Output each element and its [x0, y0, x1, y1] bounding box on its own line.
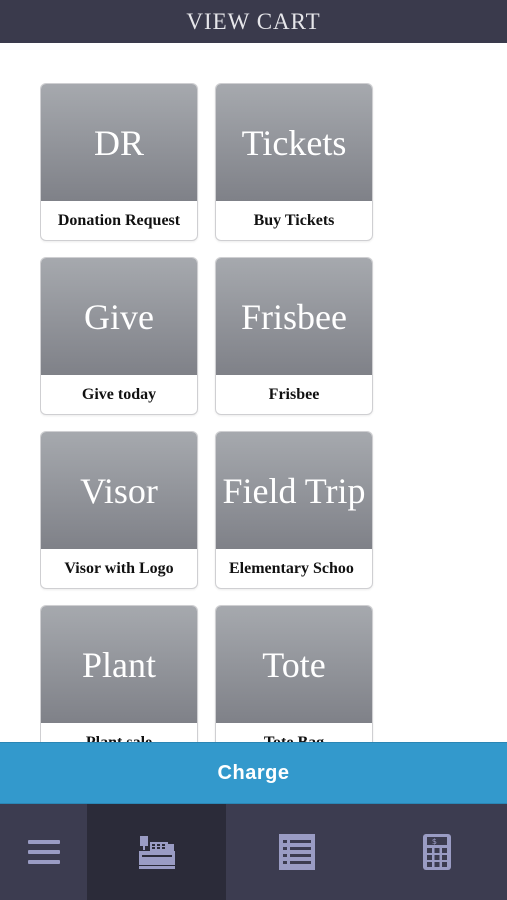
svg-text:$: $: [432, 837, 437, 846]
tile-face: Give: [41, 258, 197, 375]
charge-button[interactable]: Charge: [0, 742, 507, 804]
product-tile-tickets[interactable]: Tickets Buy Tickets: [215, 83, 373, 241]
tile-label: Plant sale: [41, 723, 197, 742]
product-tile-give[interactable]: Give Give today: [40, 257, 198, 415]
tile-abbreviation: Visor: [80, 470, 158, 511]
menu-button[interactable]: [0, 804, 87, 900]
tile-label: Buy Tickets: [253, 212, 335, 229]
top-bar[interactable]: VIEW CART: [0, 0, 507, 43]
product-tile-tote[interactable]: Tote Tote Bag: [215, 605, 373, 742]
product-tile-field-trip[interactable]: Field Trip Elementary Schoo: [215, 431, 373, 589]
tile-label: Frisbee: [268, 386, 320, 403]
product-tile-plant[interactable]: Plant Plant sale: [40, 605, 198, 742]
tile-face: Tickets: [216, 84, 372, 201]
product-tile-frisbee[interactable]: Frisbee Frisbee: [215, 257, 373, 415]
tile-label: Donation Request: [57, 212, 181, 229]
tile-face: Field Trip: [216, 432, 372, 549]
tile-face: Visor: [41, 432, 197, 549]
view-cart-title[interactable]: VIEW CART: [186, 9, 320, 35]
tile-abbreviation: Frisbee: [241, 296, 347, 337]
tile-abbreviation: Tickets: [241, 122, 347, 163]
tile-face: Tote: [216, 606, 372, 723]
tile-abbreviation: Give: [84, 296, 154, 337]
product-tile-donation-request[interactable]: DR Donation Request: [40, 83, 198, 241]
tile-face: DR: [41, 84, 197, 201]
list-tab[interactable]: [226, 804, 367, 900]
register-tab[interactable]: [87, 804, 226, 900]
tile-label: Give today: [81, 386, 157, 403]
menu-icon: [27, 840, 60, 864]
product-grid: DR Donation Request Tickets Buy Tickets …: [40, 83, 380, 742]
charge-button-label: Charge: [217, 761, 290, 784]
bottom-nav: $: [0, 804, 507, 900]
tile-abbreviation: DR: [93, 122, 144, 163]
list-icon: [278, 834, 315, 870]
product-tile-visor[interactable]: Visor Visor with Logo: [40, 431, 198, 589]
calculator-tab[interactable]: $: [367, 804, 507, 900]
tile-label: Elementary Schoo: [229, 560, 354, 577]
tile-face: Frisbee: [216, 258, 372, 375]
tile-label: Visor with Logo: [64, 560, 174, 577]
tile-abbreviation: Plant: [81, 644, 156, 685]
tile-abbreviation: Tote: [262, 644, 326, 685]
tile-face: Plant: [41, 606, 197, 723]
tile-label: Tote Bag: [216, 723, 372, 742]
tile-abbreviation: Field Trip: [222, 470, 366, 511]
calculator-icon: $: [423, 834, 451, 870]
cash-register-icon: [138, 836, 175, 869]
